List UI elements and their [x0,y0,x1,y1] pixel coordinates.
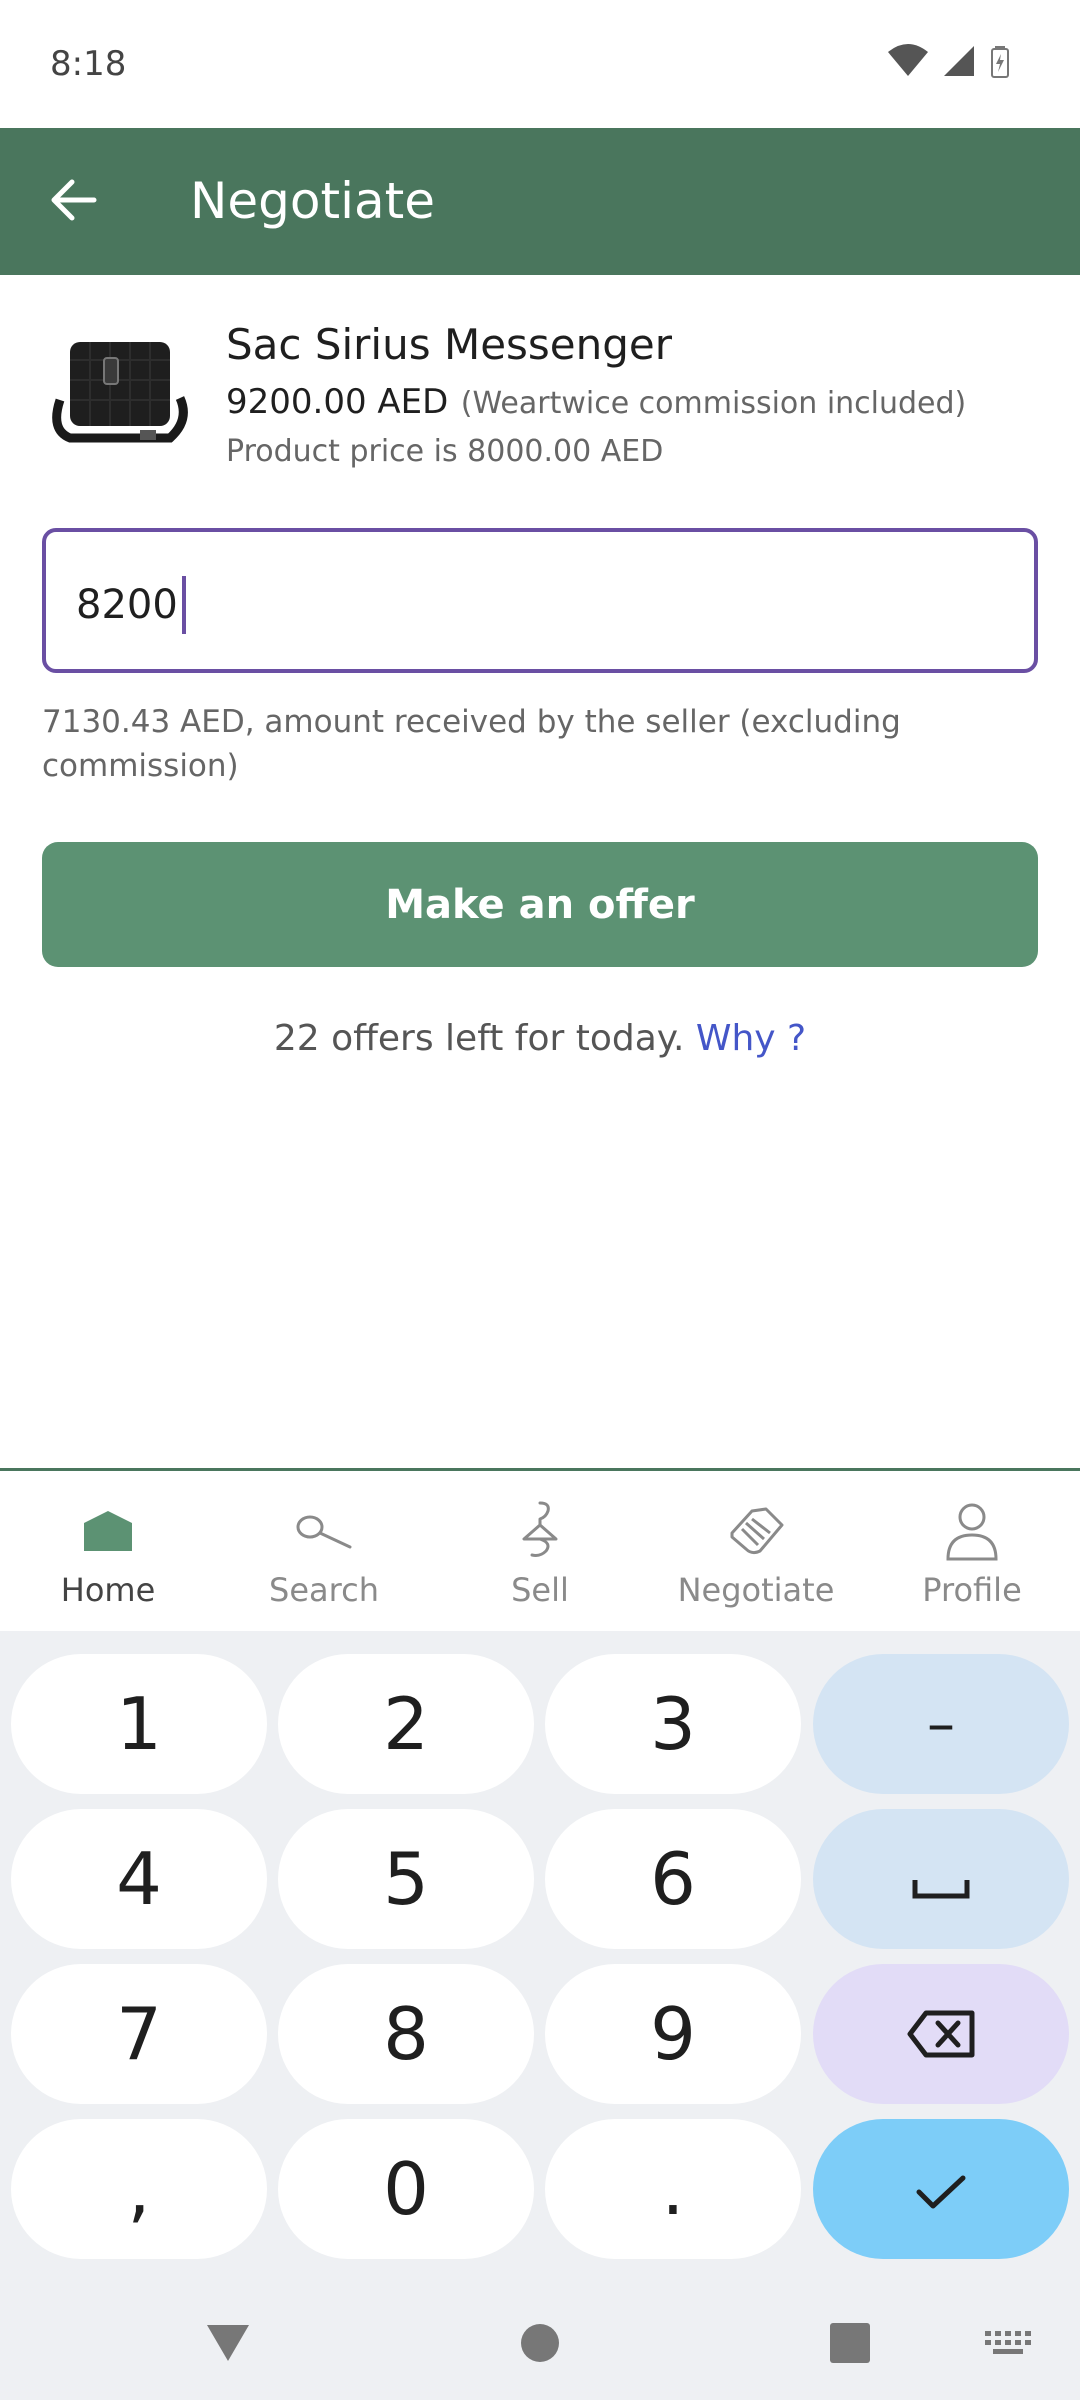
triangle-back-icon [205,2323,251,2368]
key-period[interactable]: . [545,2119,801,2259]
search-icon [292,1499,356,1563]
nav-item-search[interactable]: Search [216,1471,432,1631]
circle-home-icon [520,2323,560,2368]
product-image [40,320,190,460]
nav-item-negotiate[interactable]: Negotiate [648,1471,864,1631]
nav-label-profile: Profile [922,1571,1022,1609]
status-bar: 8:18 [0,0,1080,128]
arrow-left-icon [48,178,98,227]
status-icons [888,44,1010,83]
product-name: Sac Sirius Messenger [226,320,673,369]
product-summary: Sac Sirius Messenger 9200.00 AED (Weartw… [40,320,1050,480]
key-1[interactable]: 1 [11,1654,267,1794]
nav-item-home[interactable]: Home [0,1471,216,1631]
nav-item-sell[interactable]: Sell [432,1471,648,1631]
nav-item-profile[interactable]: Profile [864,1471,1080,1631]
back-triangle-button[interactable] [198,2315,258,2375]
backspace-icon [906,1992,976,2076]
offer-amount-input[interactable]: 8200 [42,528,1038,673]
key-2[interactable]: 2 [278,1654,534,1794]
home-icon [76,1499,140,1563]
square-recents-icon [829,2322,871,2369]
battery-icon [990,44,1010,83]
key-done[interactable] [813,2119,1069,2259]
seller-amount-helper: 7130.43 AED, amount received by the sell… [42,704,901,784]
home-circle-button[interactable] [510,2315,570,2375]
back-button[interactable] [40,172,106,232]
key-8[interactable]: 8 [278,1964,534,2104]
key-6[interactable]: 6 [545,1809,801,1949]
commission-note: (Weartwice commission included) [460,386,967,421]
hanger-icon [508,1499,572,1563]
bottom-navigation: Home Search Sell Negotiate Profile [0,1468,1080,1631]
numeric-keyboard: 1 2 3 – 4 5 6 7 8 9 , 0 . [0,1631,1080,2287]
keyboard-icon [985,2330,1031,2360]
signal-icon [942,44,976,83]
checkmark-icon [913,2147,969,2231]
text-caret [181,576,186,634]
key-9[interactable]: 9 [545,1964,801,2104]
key-backspace[interactable] [813,1964,1069,2104]
key-comma[interactable]: , [11,2119,267,2259]
status-time: 8:18 [50,44,127,84]
nav-label-sell: Sell [511,1571,569,1609]
why-link[interactable]: Why ? [696,1018,806,1059]
offer-amount-value: 8200 [76,582,178,628]
product-base-price: Product price is 8000.00 AED [226,434,664,469]
key-5[interactable]: 5 [278,1809,534,1949]
key-7[interactable]: 7 [11,1964,267,2104]
person-icon [940,1499,1004,1563]
offer-amount-value-wrapper: 8200 [76,576,186,634]
recents-button[interactable] [820,2315,880,2375]
app-bar: Negotiate [0,128,1080,275]
key-4[interactable]: 4 [11,1809,267,1949]
key-minus[interactable]: – [813,1654,1069,1794]
nav-label-home: Home [60,1571,156,1609]
system-navigation-bar [0,2287,1080,2400]
offers-left-text: 22 offers left for today. [273,1018,685,1059]
key-3[interactable]: 3 [545,1654,801,1794]
price-row: 9200.00 AED (Weartwice commission includ… [226,382,966,422]
nav-label-search: Search [269,1571,379,1609]
wifi-icon [888,44,928,83]
nav-label-negotiate: Negotiate [677,1571,835,1609]
page-title: Negotiate [190,172,435,230]
handshake-icon [724,1499,788,1563]
key-0[interactable]: 0 [278,2119,534,2259]
key-space[interactable] [813,1809,1069,1949]
offers-left-row: 22 offers left for today. Why ? [0,1018,1080,1059]
make-offer-button[interactable]: Make an offer [42,842,1038,967]
product-total-price: 9200.00 AED [226,382,449,422]
space-icon [911,1837,971,1921]
keyboard-switch-button[interactable] [978,2315,1038,2375]
